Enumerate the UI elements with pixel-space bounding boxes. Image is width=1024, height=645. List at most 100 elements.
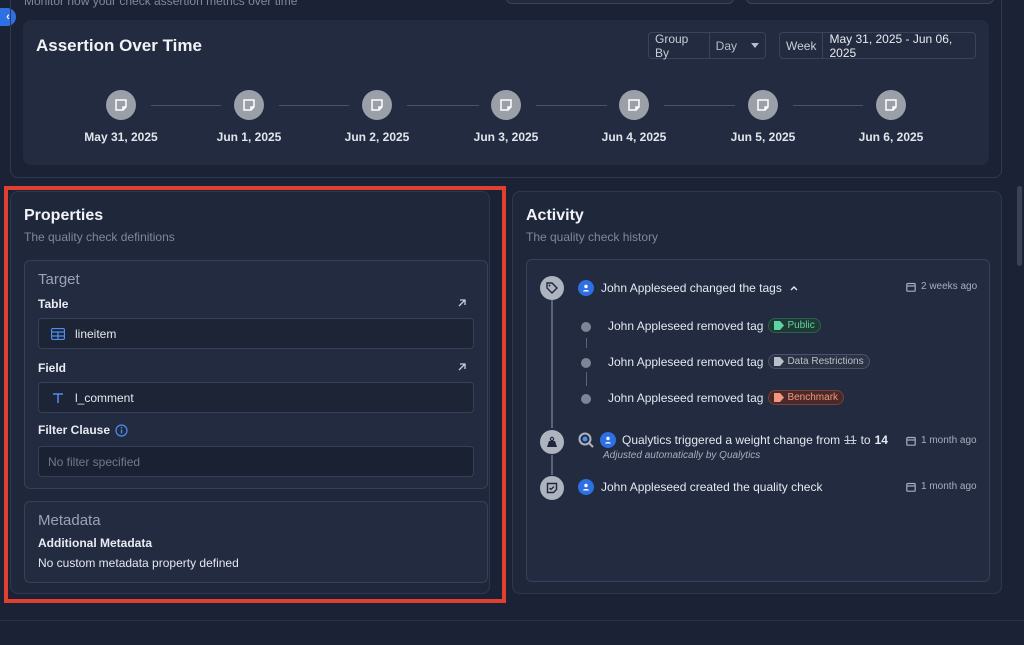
field-field[interactable]: l_comment bbox=[38, 382, 474, 413]
group-by-select[interactable]: Group By Day bbox=[648, 32, 766, 60]
event-time: 1 month ago bbox=[906, 435, 977, 446]
timeline-node[interactable] bbox=[491, 90, 521, 120]
table-icon bbox=[51, 327, 65, 340]
activity-timeline-card: John Appleseed changed the tags 2 weeks … bbox=[526, 259, 990, 582]
tag-benchmark: Benchmark bbox=[768, 390, 845, 405]
sub-event: John Appleseed removed tag Data Restrict… bbox=[608, 354, 870, 369]
event-created-header: John Appleseed created the quality check bbox=[578, 479, 822, 495]
text-type-icon bbox=[53, 392, 63, 403]
old-weight: 11 bbox=[844, 433, 857, 447]
event-node-weight bbox=[540, 430, 564, 454]
chevron-up-icon[interactable] bbox=[789, 283, 799, 293]
activity-panel: Activity The quality check history John … bbox=[512, 191, 1002, 594]
tag-icon bbox=[774, 393, 785, 402]
timeline-connector bbox=[279, 105, 349, 106]
timeline-node[interactable] bbox=[619, 90, 649, 120]
event-tags-header[interactable]: John Appleseed changed the tags bbox=[578, 280, 799, 296]
timeline-node[interactable] bbox=[876, 90, 906, 120]
sub-connector bbox=[586, 372, 587, 386]
tag-icon bbox=[546, 282, 558, 294]
properties-panel: Properties The quality check definitions… bbox=[10, 191, 490, 594]
timeline-node[interactable] bbox=[106, 90, 136, 120]
timeline-line bbox=[551, 300, 553, 428]
group-by-value: Day bbox=[715, 38, 737, 53]
sub-event-dot bbox=[581, 358, 591, 368]
timeline-node[interactable] bbox=[748, 90, 778, 120]
weight-icon bbox=[547, 436, 557, 447]
timeline-connector bbox=[536, 105, 607, 106]
qualytics-logo-icon bbox=[578, 432, 594, 448]
timeline-date: Jun 3, 2025 bbox=[473, 130, 539, 144]
filter-clause-placeholder: No filter specified bbox=[48, 454, 141, 469]
properties-subtitle: The quality check definitions bbox=[24, 230, 175, 244]
timeline-connector bbox=[407, 105, 479, 106]
timeline-line bbox=[551, 455, 553, 475]
target-card: Target Table lineitem Field l_comment Fi… bbox=[24, 260, 488, 489]
event-note: Adjusted automatically by Qualytics bbox=[603, 450, 761, 461]
metadata-card: Metadata Additional Metadata No custom m… bbox=[24, 501, 488, 583]
timeline-node[interactable] bbox=[234, 90, 264, 120]
scrollbar[interactable] bbox=[1017, 186, 1022, 266]
note-icon bbox=[371, 99, 383, 111]
tag-icon bbox=[774, 321, 785, 330]
calendar-icon bbox=[906, 436, 916, 446]
sub-connector bbox=[586, 338, 587, 348]
timeline-date: Jun 4, 2025 bbox=[601, 130, 667, 144]
user-avatar bbox=[600, 432, 616, 448]
event-text: John Appleseed changed the tags bbox=[601, 281, 782, 295]
additional-metadata-value: No custom metadata property defined bbox=[38, 556, 239, 570]
note-icon bbox=[115, 99, 127, 111]
additional-metadata-label: Additional Metadata bbox=[38, 536, 153, 550]
tag-data-restrictions: Data Restrictions bbox=[768, 354, 870, 369]
field-value: l_comment bbox=[75, 390, 134, 405]
external-link-icon[interactable] bbox=[456, 297, 468, 309]
timeline-date: Jun 5, 2025 bbox=[730, 130, 796, 144]
note-icon bbox=[243, 99, 255, 111]
caret-down-icon bbox=[751, 43, 759, 48]
assertion-over-time-title: Assertion Over Time bbox=[36, 36, 202, 55]
event-time: 1 month ago bbox=[906, 481, 977, 492]
table-label: Table bbox=[38, 297, 69, 311]
table-value: lineitem bbox=[75, 326, 117, 341]
filter-clause-label: Filter Clause bbox=[38, 423, 111, 437]
timeline-date: Jun 6, 2025 bbox=[858, 130, 924, 144]
timeline-date: May 31, 2025 bbox=[84, 130, 158, 144]
note-icon bbox=[628, 99, 640, 111]
user-icon bbox=[583, 483, 589, 491]
user-avatar bbox=[578, 479, 594, 495]
tag-public: Public bbox=[768, 318, 821, 333]
calendar-icon bbox=[906, 482, 916, 492]
note-icon bbox=[500, 99, 512, 111]
timeline-connector bbox=[151, 105, 221, 106]
event-node-tags bbox=[540, 276, 564, 300]
sub-event: John Appleseed removed tag Benchmark bbox=[608, 390, 845, 405]
properties-title: Properties bbox=[24, 207, 104, 224]
event-time: 2 weeks ago bbox=[906, 281, 977, 292]
footer-divider bbox=[0, 620, 1024, 621]
filter-clause-input[interactable]: No filter specified bbox=[38, 446, 474, 477]
event-text: John Appleseed created the quality check bbox=[601, 480, 823, 494]
new-weight: 14 bbox=[874, 433, 888, 447]
user-icon bbox=[605, 436, 611, 444]
activity-title: Activity bbox=[526, 207, 584, 224]
timeline-node[interactable] bbox=[362, 90, 392, 120]
timeline-date: Jun 2, 2025 bbox=[344, 130, 410, 144]
metadata-title: Metadata bbox=[38, 512, 101, 529]
external-link-icon[interactable] bbox=[456, 361, 468, 373]
assertion-over-time-card: Assertion Over Time Group By Day Week Ma… bbox=[23, 20, 989, 165]
event-node-created bbox=[540, 476, 564, 500]
timeline-date: Jun 1, 2025 bbox=[216, 130, 282, 144]
activity-subtitle: The quality check history bbox=[526, 230, 659, 244]
week-label: Week bbox=[780, 33, 824, 58]
timeline-connector bbox=[664, 105, 735, 106]
info-icon[interactable] bbox=[115, 423, 128, 437]
sub-event: John Appleseed removed tag Public bbox=[608, 318, 821, 333]
week-value: May 31, 2025 - Jun 06, 2025 bbox=[829, 31, 953, 60]
week-picker[interactable]: Week May 31, 2025 - Jun 06, 2025 bbox=[779, 31, 976, 60]
target-title: Target bbox=[38, 271, 80, 288]
tag-icon bbox=[774, 357, 785, 366]
sub-event-dot bbox=[581, 322, 591, 332]
table-field[interactable]: lineitem bbox=[38, 318, 474, 349]
user-avatar bbox=[578, 280, 594, 296]
check-note-icon bbox=[546, 482, 558, 494]
